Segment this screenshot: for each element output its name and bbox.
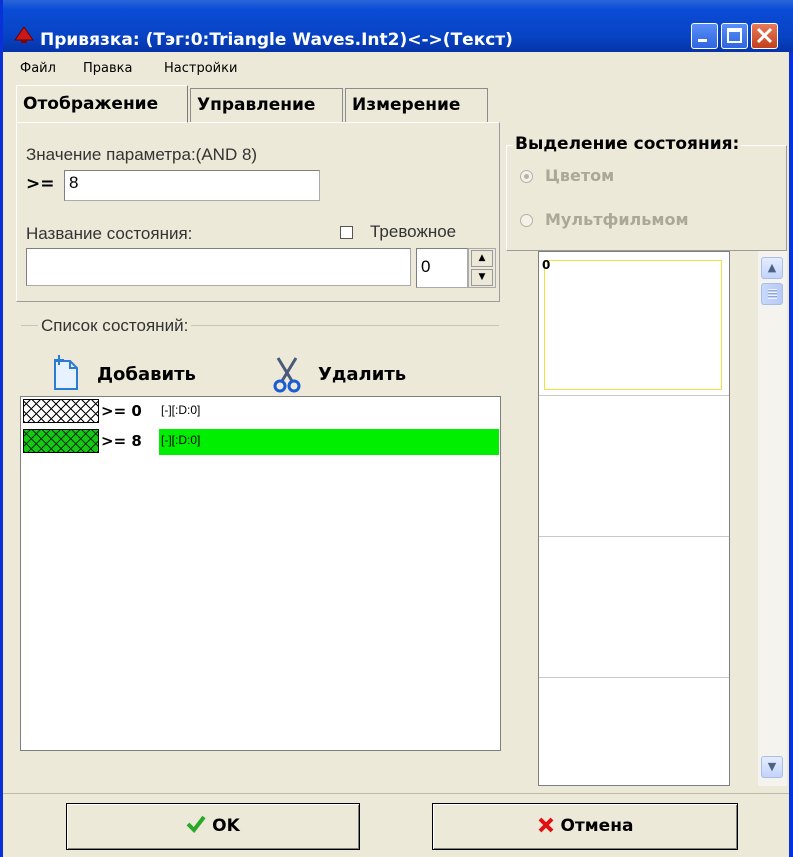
state-preview-panel[interactable]: 0 [538, 251, 730, 786]
cancel-button[interactable]: Отмена [432, 803, 738, 850]
param-value-input[interactable]: 8 [64, 170, 320, 201]
delete-button[interactable]: Удалить [318, 364, 406, 385]
checkmark-icon [186, 815, 206, 834]
minimize-button[interactable] [691, 23, 718, 49]
spin-up-button[interactable]: ▲ [471, 250, 493, 267]
state-number-input[interactable]: 0 [416, 248, 468, 288]
window-title: Привязка: (Тэг:0:Triangle Waves.Int2)<->… [40, 30, 513, 50]
minimize-icon [698, 39, 707, 42]
preview-text: 0 [542, 258, 551, 272]
radio-animation[interactable] [520, 214, 533, 227]
cross-icon [538, 817, 553, 833]
state-number-spinner[interactable]: ▲ ▼ [468, 248, 496, 288]
menu-file[interactable]: Файл [20, 61, 56, 76]
state-info: [-][:D:0] [161, 403, 201, 417]
state-operator: >= 0 [101, 402, 142, 420]
maximize-button[interactable] [721, 23, 748, 49]
close-icon [756, 27, 773, 44]
title-bar[interactable]: Привязка: (Тэг:0:Triangle Waves.Int2)<->… [0, 0, 793, 52]
window-left-edge [0, 0, 3, 857]
scroll-thumb[interactable] [761, 283, 783, 305]
highlight-group-title: Выделение состояния: [513, 134, 742, 154]
scissors-icon[interactable] [272, 357, 302, 393]
state-swatch [23, 399, 99, 423]
radio-color-label: Цветом [545, 166, 615, 185]
state-name-input[interactable] [26, 248, 411, 286]
menu-settings[interactable]: Настройки [164, 61, 237, 76]
tab-display[interactable]: Отображение [16, 85, 188, 123]
state-info: [-][:D:0] [161, 433, 201, 447]
states-list[interactable]: >= 0 [-][:D:0] >= 8 [-][:D:0] [20, 396, 501, 751]
preview-cell[interactable] [539, 396, 729, 537]
alarm-checkbox-label: Тревожное [370, 222, 457, 241]
tab-measurement[interactable]: Измерение [345, 88, 488, 122]
add-button[interactable]: Добавить [97, 364, 196, 385]
close-button[interactable] [751, 23, 778, 49]
preview-scrollbar[interactable]: ▲ ▼ [758, 251, 787, 786]
bell-icon [14, 26, 34, 43]
state-swatch [23, 429, 99, 453]
menu-edit[interactable]: Правка [83, 61, 132, 76]
param-label: Значение параметра:(AND 8) [26, 145, 258, 164]
new-document-icon[interactable] [52, 355, 80, 391]
preview-cell[interactable]: 0 [539, 252, 729, 396]
ok-button[interactable]: OK [66, 803, 360, 850]
window-right-edge [789, 52, 793, 857]
preview-cell[interactable] [539, 537, 729, 678]
binding-dialog: Привязка: (Тэг:0:Triangle Waves.Int2)<->… [0, 0, 793, 857]
ok-label: OK [212, 816, 240, 836]
operator-label: >= [26, 174, 55, 194]
radio-color[interactable] [520, 170, 533, 183]
menu-bar: Файл Правка Настройки [0, 56, 793, 82]
radio-animation-label: Мультфильмом [545, 210, 689, 229]
scroll-up-button[interactable]: ▲ [761, 257, 783, 279]
tab-control[interactable]: Управление [190, 88, 343, 122]
highlight-mode-group [506, 145, 787, 251]
selected-row-highlight [159, 429, 499, 455]
maximize-icon [727, 28, 742, 43]
scroll-down-button[interactable]: ▼ [761, 756, 783, 778]
cancel-label: Отмена [560, 816, 634, 836]
spin-down-button[interactable]: ▼ [471, 269, 493, 286]
preview-selection [544, 260, 722, 390]
preview-cell[interactable] [539, 678, 729, 785]
alarm-checkbox[interactable] [340, 226, 353, 239]
states-group-title: Список состояний: [38, 316, 192, 336]
state-name-label: Название состояния: [26, 224, 193, 243]
state-operator: >= 8 [101, 432, 142, 450]
